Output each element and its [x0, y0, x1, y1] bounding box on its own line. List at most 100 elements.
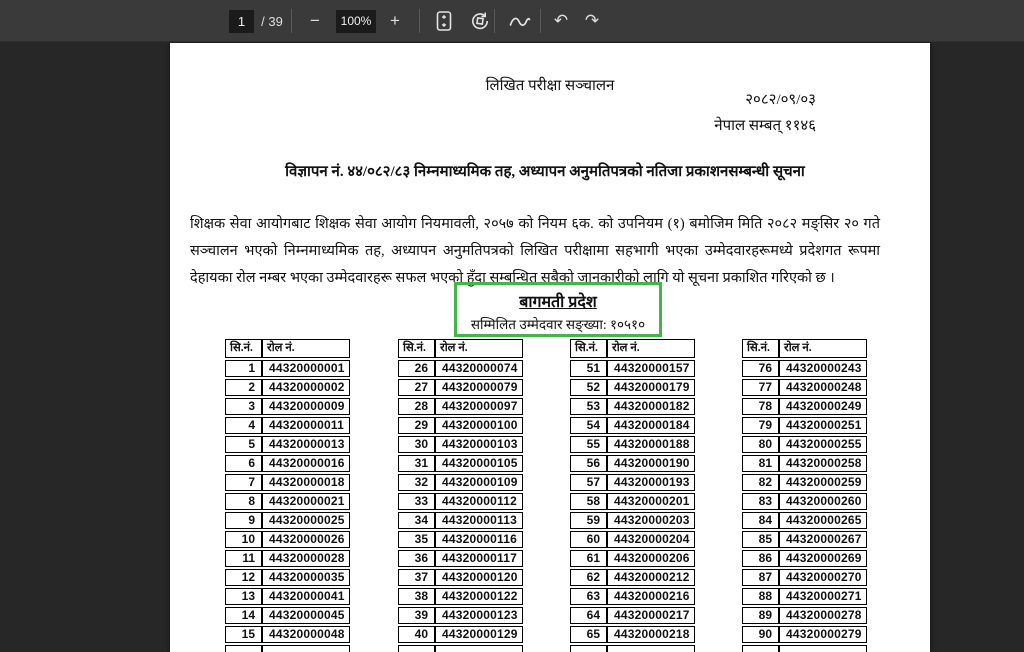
- serial-header: सि.नं.: [225, 339, 262, 358]
- table-row: 12 44320000035: [225, 569, 350, 586]
- roll-cell: 44320000265: [779, 512, 867, 529]
- table-row: 30 44320000103: [398, 436, 523, 453]
- serial-cell: 77: [742, 379, 779, 396]
- serial-cell: 88: [742, 588, 779, 605]
- table-row: 5 44320000013: [225, 436, 350, 453]
- serial-cell: 8: [225, 493, 262, 510]
- roll-cell: 44320000278: [779, 607, 867, 624]
- serial-cell: 11: [225, 550, 262, 567]
- table-row: 34 44320000113: [398, 512, 523, 529]
- roll-cell: 44320000243: [779, 360, 867, 377]
- roll-cell: 44320000258: [779, 455, 867, 472]
- roll-cell: 44320000103: [435, 436, 523, 453]
- table-row: 14 44320000045: [225, 607, 350, 624]
- document-header: लिखित परीक्षा सञ्चालन: [485, 78, 615, 94]
- serial-cell: 80: [742, 436, 779, 453]
- table-row: 77 44320000248: [742, 379, 867, 396]
- serial-cell: 34: [398, 512, 435, 529]
- table-row: 55 44320000188: [570, 436, 695, 453]
- table-row: 56 44320000190: [570, 455, 695, 472]
- serial-cell: 79: [742, 417, 779, 434]
- serial-cell: 83: [742, 493, 779, 510]
- table-row: [742, 645, 867, 652]
- table-row: 13 44320000041: [225, 588, 350, 605]
- zoom-level-box[interactable]: 100%: [336, 0, 376, 42]
- table-row: 59 44320000203: [570, 512, 695, 529]
- roll-cell: 44320000026: [262, 531, 350, 548]
- table-row: 60 44320000204: [570, 531, 695, 548]
- pdf-canvas: लिखित परीक्षा सञ्चालन २०८२/०९/०३ नेपाल स…: [0, 43, 1024, 652]
- serial-cell: 6: [225, 455, 262, 472]
- table-row: 81 44320000258: [742, 455, 867, 472]
- serial-cell: 14: [225, 607, 262, 624]
- serial-cell: 60: [570, 531, 607, 548]
- serial-cell: 30: [398, 436, 435, 453]
- table-row: 64 44320000217: [570, 607, 695, 624]
- serial-cell: 61: [570, 550, 607, 567]
- roll-cell: 44320000270: [779, 569, 867, 586]
- roll-table-4: सि.नं. रोल नं. 76 44320000243 77 44320000248 7…: [742, 337, 867, 652]
- serial-cell: 15: [225, 626, 262, 643]
- roll-cell: 44320000123: [435, 607, 523, 624]
- serial-cell: 87: [742, 569, 779, 586]
- roll-cell: 44320000157: [607, 360, 695, 377]
- roll-cell: 44320000204: [607, 531, 695, 548]
- table-row: 37 44320000120: [398, 569, 523, 586]
- table-row: 2 44320000002: [225, 379, 350, 396]
- serial-cell: 56: [570, 455, 607, 472]
- table-row: 82 44320000259: [742, 474, 867, 491]
- table-row: 53 44320000182: [570, 398, 695, 415]
- roll-cell: 44320000117: [435, 550, 523, 567]
- candidate-count: सम्मिलित उम्मेदवार सङ्ख्या: १०५१०: [470, 317, 646, 332]
- serial-cell: 28: [398, 398, 435, 415]
- draw-ink-button[interactable]: [503, 0, 537, 42]
- zoom-in-button[interactable]: +: [380, 0, 410, 42]
- table-row: 39 44320000123: [398, 607, 523, 624]
- table-header-row: सि.नं. रोल नं.: [398, 339, 523, 358]
- roll-cell: 44320000120: [435, 569, 523, 586]
- serial-cell: 31: [398, 455, 435, 472]
- serial-cell: 2: [225, 379, 262, 396]
- undo-button[interactable]: ↶: [546, 0, 576, 42]
- serial-cell: 86: [742, 550, 779, 567]
- roll-cell: 44320000112: [435, 493, 523, 510]
- roll-cell: 44320000184: [607, 417, 695, 434]
- serial-cell: 40: [398, 626, 435, 643]
- roll-header: रोल नं.: [607, 339, 695, 358]
- roll-cell: 44320000279: [779, 626, 867, 643]
- roll-cell: 44320000009: [262, 398, 350, 415]
- page-number-input[interactable]: [229, 9, 254, 33]
- roll-cell: 44320000218: [607, 626, 695, 643]
- serial-cell: 33: [398, 493, 435, 510]
- pdf-toolbar: / 39 − 100% +: [0, 0, 1024, 42]
- table-row: [398, 645, 523, 652]
- fit-to-page-icon: [434, 10, 454, 32]
- fit-to-page-button[interactable]: [428, 0, 460, 42]
- roll-cell: 44320000021: [262, 493, 350, 510]
- document-dates: २०८२/०९/०३ नेपाल सम्बत् ११४६: [714, 87, 816, 139]
- serial-cell: 9: [225, 512, 262, 529]
- toolbar-divider: [540, 9, 541, 33]
- serial-cell: 54: [570, 417, 607, 434]
- roll-cell: 44320000079: [435, 379, 523, 396]
- table-row: 79 44320000251: [742, 417, 867, 434]
- serial-cell: 35: [398, 531, 435, 548]
- undo-icon: ↶: [553, 11, 569, 30]
- page-total-label: / 39: [261, 13, 283, 29]
- serial-cell: 32: [398, 474, 435, 491]
- zoom-out-button[interactable]: −: [300, 0, 330, 42]
- rotate-icon: [469, 10, 491, 32]
- roll-cell: 44320000002: [262, 379, 350, 396]
- roll-header: रोल नं.: [435, 339, 523, 358]
- roll-cell: 44320000201: [607, 493, 695, 510]
- rotate-button[interactable]: [464, 0, 496, 42]
- roll-header: रोल नं.: [262, 339, 350, 358]
- roll-cell: 44320000018: [262, 474, 350, 491]
- roll-cell: 44320000216: [607, 588, 695, 605]
- roll-cell: 44320000105: [435, 455, 523, 472]
- table-row: 8 44320000021: [225, 493, 350, 510]
- roll-cell: 44320000041: [262, 588, 350, 605]
- serial-cell: 36: [398, 550, 435, 567]
- serial-cell: 52: [570, 379, 607, 396]
- redo-button[interactable]: ↷: [577, 0, 607, 42]
